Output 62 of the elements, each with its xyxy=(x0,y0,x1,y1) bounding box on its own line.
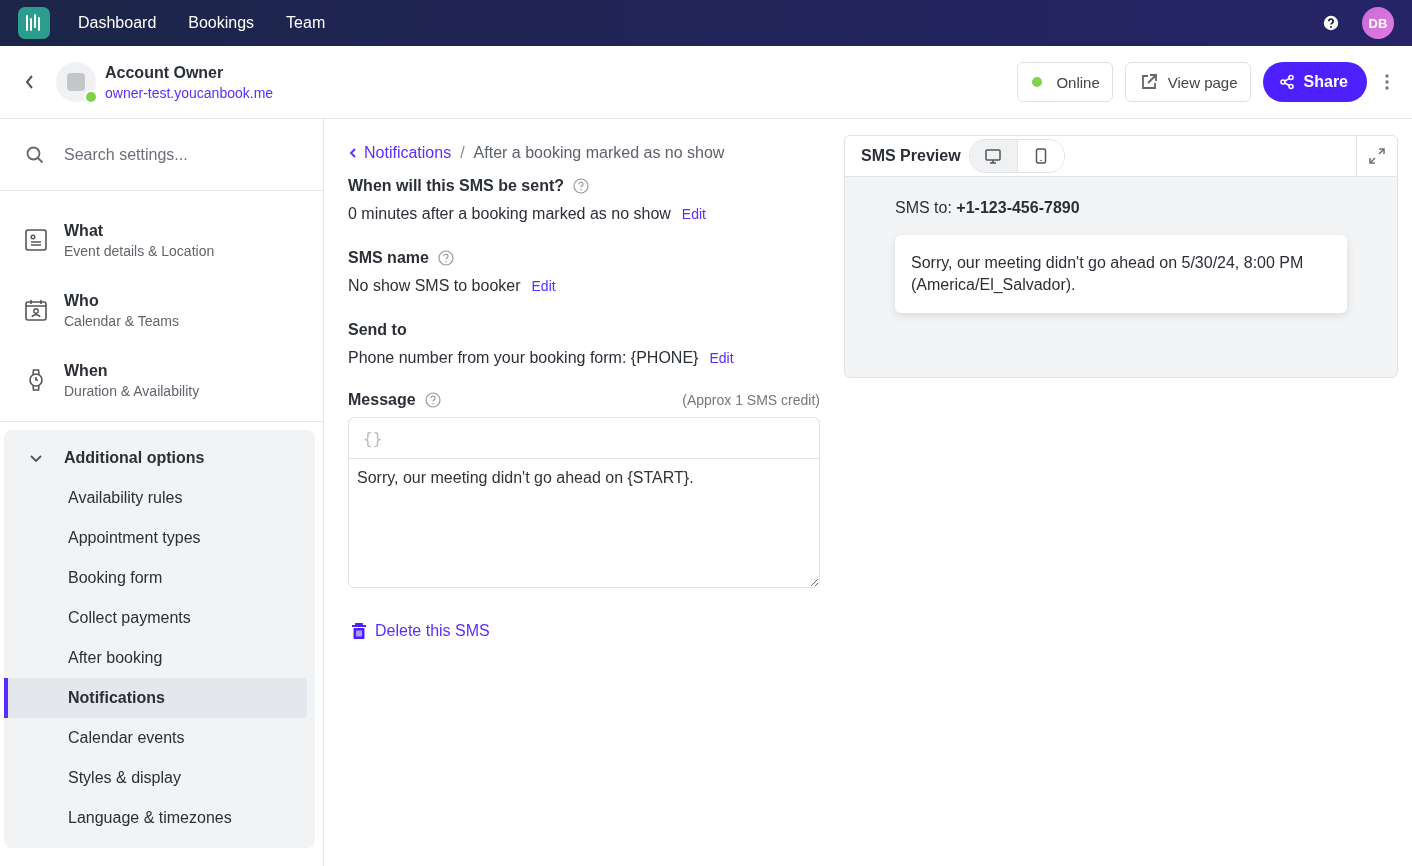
logo-icon[interactable] xyxy=(18,7,50,39)
back-chevron-icon[interactable] xyxy=(24,74,36,90)
online-status-button[interactable]: Online xyxy=(1017,62,1113,102)
help-icon[interactable] xyxy=(1322,14,1340,32)
sms-credit-note: (Approx 1 SMS credit) xyxy=(682,392,820,408)
section-subtitle: Event details & Location xyxy=(64,242,215,259)
share-button[interactable]: Share xyxy=(1262,62,1367,102)
mobile-view-button[interactable] xyxy=(1016,140,1064,172)
settings-section-item[interactable]: When Duration & Availability xyxy=(0,345,323,415)
sidebar-item[interactable]: Calendar events xyxy=(4,718,307,758)
expand-icon[interactable] xyxy=(1368,147,1386,165)
breadcrumb-current: After a booking marked as no show xyxy=(473,144,725,162)
field-label: When will this SMS be sent? xyxy=(348,177,564,195)
calendar-person-icon xyxy=(24,298,48,322)
sidebar-item[interactable]: Language & timezones xyxy=(4,798,307,838)
delete-sms-link[interactable]: Delete this SMS xyxy=(348,622,820,640)
view-page-button[interactable]: View page xyxy=(1124,62,1251,102)
search-field[interactable]: Search settings... xyxy=(62,144,297,165)
desktop-view-button[interactable] xyxy=(969,140,1017,172)
sidebar-item[interactable]: Styles & display xyxy=(4,758,307,798)
sms-message-bubble: Sorry, our meeting didn't go ahead on 5/30/24, 8:00 PM (America/El_Salvador). xyxy=(895,235,1347,313)
account-name: Account Owner xyxy=(105,63,225,82)
field-value: 0 minutes after a booking marked as no show xyxy=(348,204,671,224)
field-value: No show SMS to booker xyxy=(348,276,521,296)
search-icon xyxy=(26,145,44,164)
sidebar-item[interactable]: After booking xyxy=(4,638,307,678)
external-link-icon xyxy=(1139,73,1158,91)
more-options-icon[interactable] xyxy=(1385,73,1389,91)
field-label: Message xyxy=(348,391,416,409)
section-title: When xyxy=(64,361,109,380)
document-icon xyxy=(24,228,48,252)
section-subtitle: Calendar & Teams xyxy=(64,312,179,329)
section-title: What xyxy=(64,221,105,240)
sidebar-item[interactable]: Booking form xyxy=(4,558,307,598)
field-label: Send to xyxy=(348,321,407,339)
share-icon xyxy=(1278,74,1295,90)
chevron-icon xyxy=(348,147,358,159)
group-title[interactable]: Additional options xyxy=(64,449,205,467)
sms-recipient: SMS to: +1-123-456-7890 xyxy=(895,199,1081,217)
nav-link[interactable]: Team xyxy=(286,14,326,32)
edit-link[interactable]: Edit xyxy=(531,271,556,301)
section-title: Who xyxy=(64,291,100,310)
preview-title: SMS Preview xyxy=(861,147,961,165)
sidebar-item[interactable]: Appointment types xyxy=(4,518,307,558)
settings-section-item[interactable]: Who Calendar & Teams xyxy=(0,275,323,345)
account-url-link[interactable]: owner-test.youcanbook.me xyxy=(105,84,274,101)
settings-section-item[interactable]: What Event details & Location xyxy=(0,205,323,275)
sidebar-item[interactable]: Availability rules xyxy=(4,478,307,518)
trash-icon xyxy=(350,622,368,640)
field-label: SMS name xyxy=(348,249,429,267)
monitor-icon xyxy=(984,147,1003,165)
edit-link[interactable]: Edit xyxy=(709,343,734,373)
edit-link[interactable]: Edit xyxy=(681,199,706,229)
section-subtitle: Duration & Availability xyxy=(64,382,200,399)
nav-link[interactable]: Dashboard xyxy=(78,14,157,32)
breadcrumb-link[interactable]: Notifications xyxy=(348,144,452,162)
sidebar-item[interactable]: Collect payments xyxy=(4,598,307,638)
nav-link[interactable]: Bookings xyxy=(188,14,255,32)
breadcrumb-separator: / xyxy=(460,144,465,162)
sidebar-item[interactable]: Notifications xyxy=(4,678,307,718)
field-value: Phone number from your booking form: {PHONE} xyxy=(348,348,699,368)
account-avatar xyxy=(56,62,96,102)
